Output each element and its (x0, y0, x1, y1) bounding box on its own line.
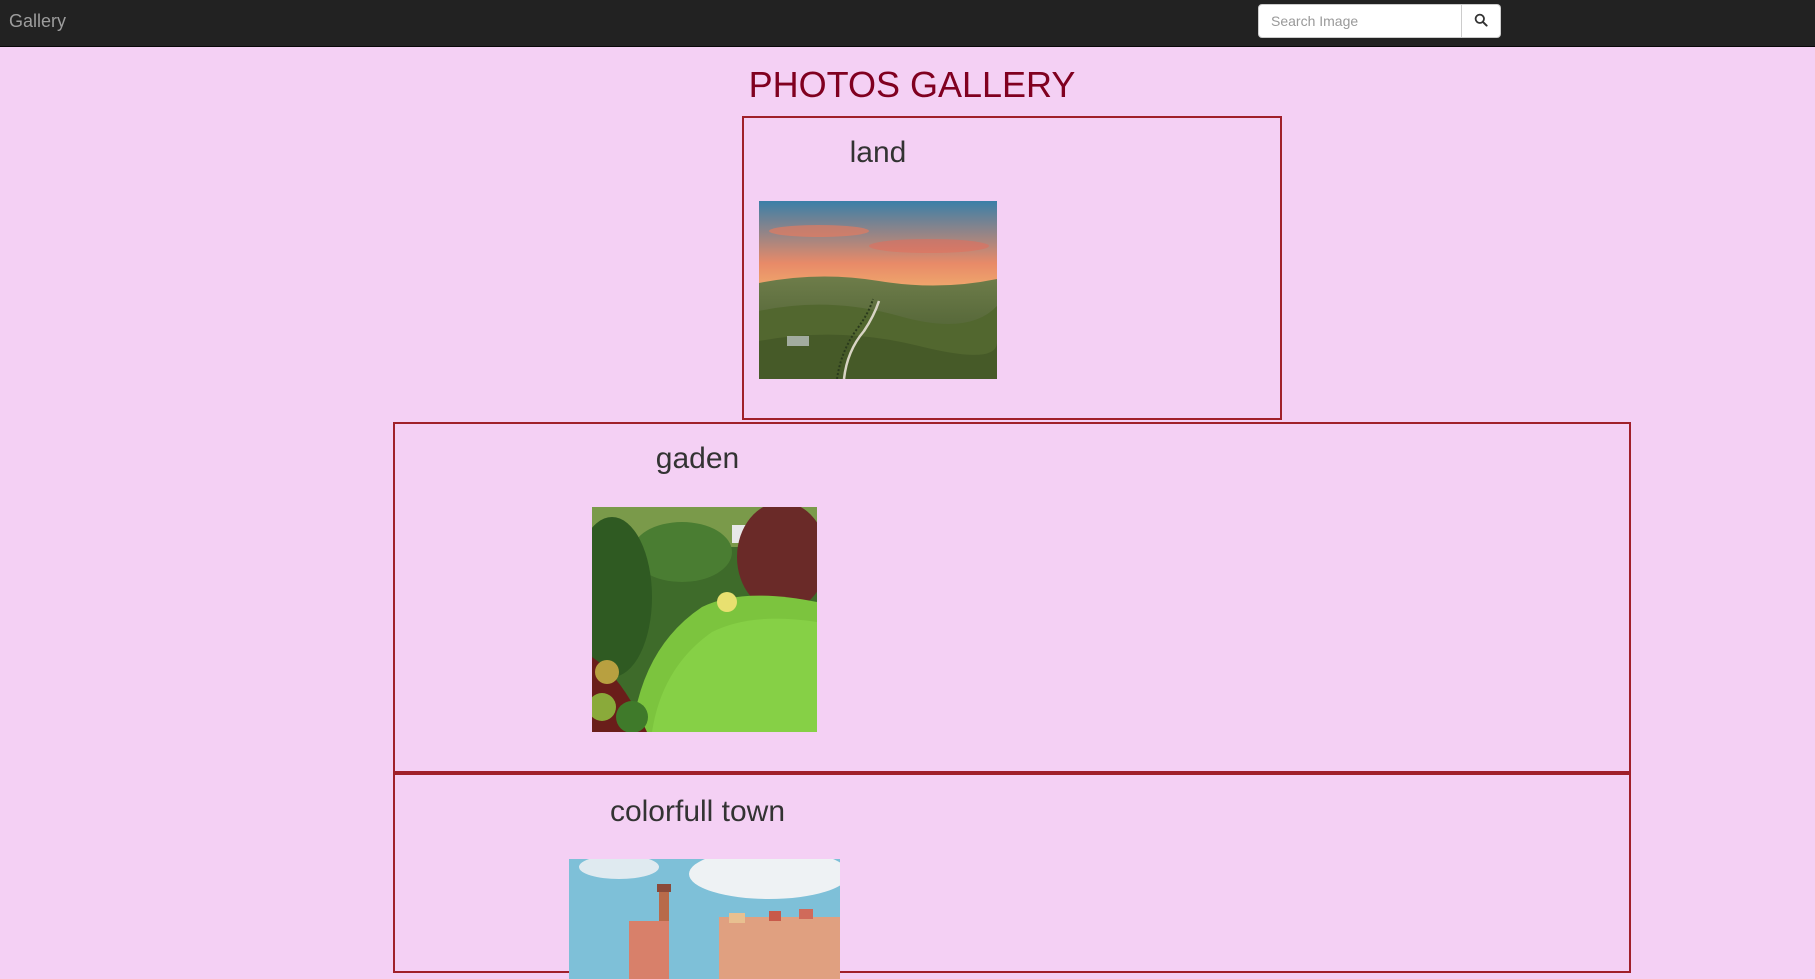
gallery-card-title: colorfull town (609, 795, 786, 828)
gallery-card-title: gaden (655, 442, 740, 475)
search-icon (1474, 13, 1488, 30)
brand-link[interactable]: Gallery (9, 11, 66, 32)
gallery-photo-garden[interactable] (592, 507, 817, 732)
page-title: PHOTOS GALLERY (748, 64, 1076, 105)
search-button[interactable] (1462, 4, 1501, 38)
search-input[interactable] (1258, 4, 1462, 38)
gallery-card: colorfull town (393, 773, 1631, 979)
gallery-card: land (742, 116, 1282, 420)
gallery-card: gaden (393, 422, 1631, 773)
search-form (1258, 4, 1501, 38)
gallery-photo-town[interactable] (569, 859, 840, 979)
navbar: Gallery (0, 0, 1815, 47)
gallery-photo-land[interactable] (759, 201, 997, 379)
gallery-card-title: land (849, 136, 907, 169)
